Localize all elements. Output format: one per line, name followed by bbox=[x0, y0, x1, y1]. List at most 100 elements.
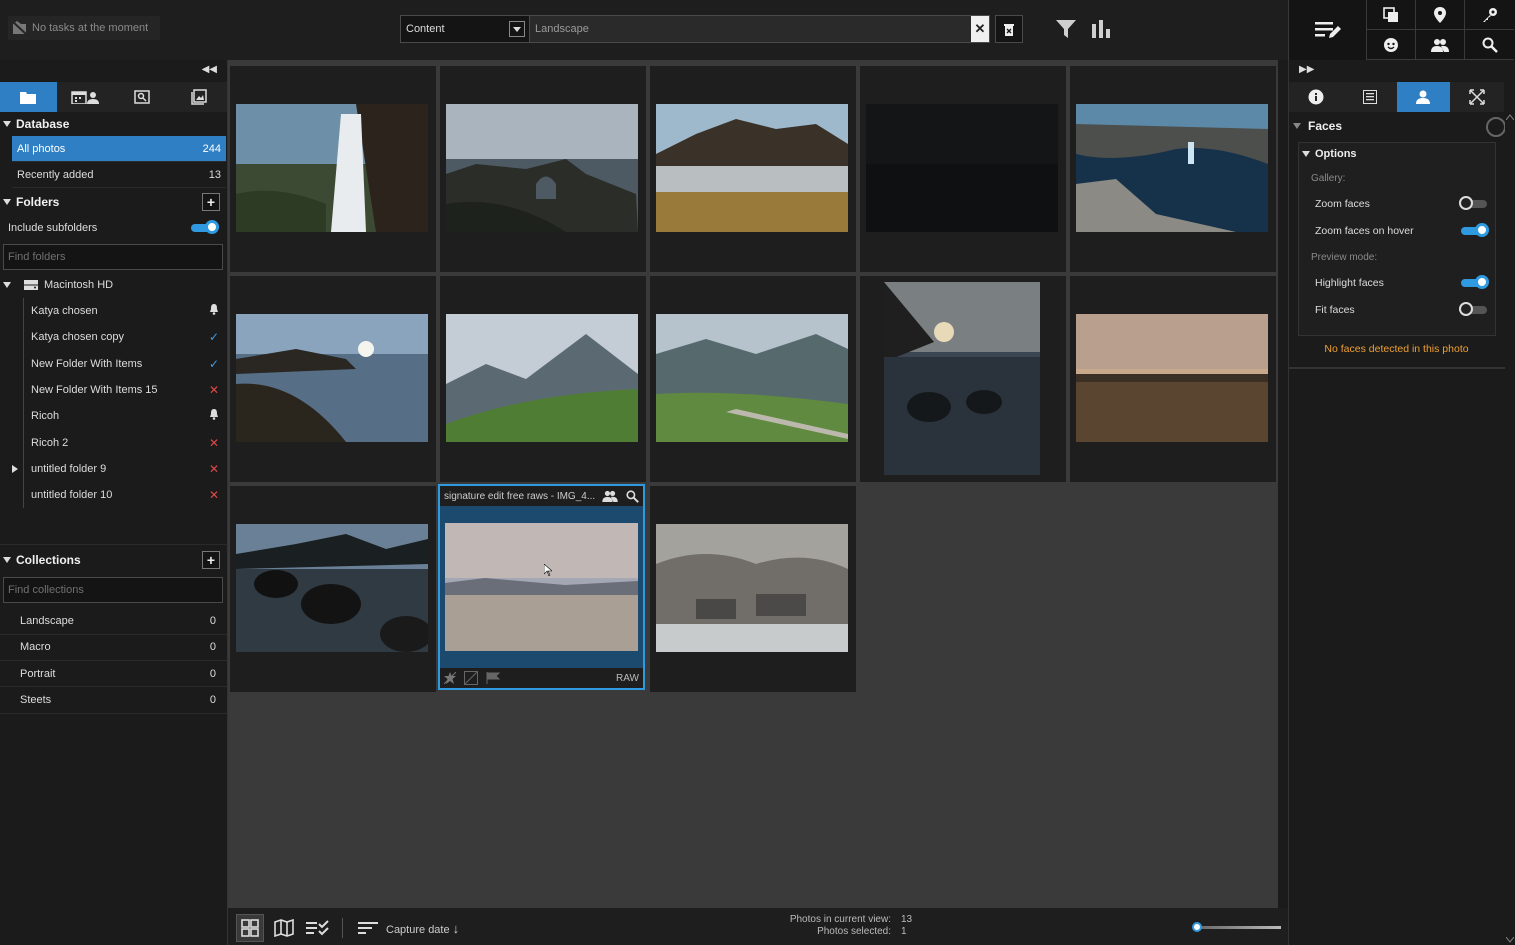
clear-search-icon[interactable]: ✕ bbox=[971, 16, 989, 42]
tab-search-photos[interactable] bbox=[114, 82, 171, 112]
collapse-left-icon[interactable]: ◀◀ bbox=[202, 64, 217, 75]
delete-search-button[interactable] bbox=[995, 15, 1023, 43]
histogram-icon[interactable] bbox=[1090, 18, 1112, 40]
photo-thumb[interactable] bbox=[230, 276, 436, 482]
photo-thumb-selected[interactable]: signature edit free raws - IMG_4... RAW bbox=[438, 484, 645, 690]
thumbnail-size-slider[interactable] bbox=[1192, 922, 1282, 932]
photo-thumb[interactable] bbox=[650, 276, 856, 482]
people-button[interactable] bbox=[1416, 30, 1465, 60]
options-header[interactable]: Options bbox=[1299, 143, 1495, 165]
scroll-up-icon[interactable] bbox=[1506, 114, 1514, 120]
photo-thumb[interactable] bbox=[860, 276, 1066, 482]
tree-root-macintosh-hd[interactable]: Macintosh HD bbox=[0, 272, 227, 298]
fit-faces-row: Fit faces bbox=[1299, 297, 1495, 324]
collection-item[interactable]: Portrait 0 bbox=[0, 661, 227, 688]
find-collections-input[interactable]: Find collections bbox=[3, 577, 223, 604]
db-item-all-photos[interactable]: All photos 244 bbox=[12, 136, 226, 162]
location-button[interactable] bbox=[1416, 0, 1465, 30]
folder-item[interactable]: Katya chosen copy ✓ bbox=[23, 324, 227, 351]
collapse-right-icon[interactable]: ▶▶ bbox=[1299, 64, 1314, 75]
chevron-down-icon[interactable] bbox=[509, 21, 525, 37]
photo-thumb[interactable] bbox=[1070, 66, 1276, 272]
right-scrollbar[interactable] bbox=[1505, 112, 1515, 945]
collection-item[interactable]: Landscape 0 bbox=[0, 608, 227, 635]
db-item-recently-added[interactable]: Recently added 13 bbox=[12, 162, 226, 188]
color-label-icon[interactable] bbox=[464, 671, 478, 685]
flag-icon[interactable] bbox=[486, 672, 500, 684]
photo-thumb[interactable] bbox=[650, 66, 856, 272]
copy-button[interactable] bbox=[1367, 0, 1416, 30]
select-mode-button[interactable] bbox=[304, 914, 332, 942]
tab-folders[interactable] bbox=[0, 82, 57, 112]
faces-header[interactable]: Faces bbox=[1291, 114, 1506, 138]
sort-field: Capture date bbox=[386, 924, 450, 936]
albums-icon bbox=[190, 89, 207, 105]
folder-item[interactable]: Katya chosen bbox=[23, 298, 227, 325]
search-button[interactable] bbox=[1465, 30, 1514, 60]
grid-view-button[interactable] bbox=[236, 914, 264, 942]
left-panel: ◀◀ Database All photos 244 Recently added… bbox=[0, 60, 228, 945]
keyword-button[interactable] bbox=[1465, 0, 1514, 30]
zoom-faces-toggle[interactable] bbox=[1459, 196, 1487, 211]
photo-long-exposure-sea bbox=[884, 282, 1040, 475]
find-folders-input[interactable]: Find folders bbox=[3, 244, 223, 270]
add-collection-button[interactable]: + bbox=[202, 551, 220, 570]
photo-thumb[interactable] bbox=[1070, 276, 1276, 482]
photo-thumb[interactable] bbox=[860, 66, 1066, 272]
thumb-caption: signature edit free raws - IMG_4... bbox=[444, 490, 596, 502]
add-face-icon[interactable] bbox=[1486, 117, 1506, 137]
tab-info[interactable] bbox=[1289, 82, 1343, 112]
search-field-select[interactable]: Content bbox=[400, 15, 530, 43]
zoom-faces-hover-toggle[interactable] bbox=[1461, 222, 1489, 237]
filter-icon[interactable] bbox=[1055, 18, 1077, 40]
database-header[interactable]: Database bbox=[0, 112, 227, 136]
search-input[interactable]: Landscape ✕ bbox=[530, 15, 990, 43]
tab-calendar-people[interactable] bbox=[57, 82, 114, 112]
disk-icon bbox=[24, 280, 38, 290]
include-subfolders-toggle[interactable] bbox=[191, 220, 219, 234]
folder-item[interactable]: New Folder With Items 15 ✕ bbox=[23, 376, 227, 404]
folder-item[interactable]: untitled folder 9 ✕ bbox=[12, 455, 227, 483]
folder-item[interactable]: New Folder With Items ✓ bbox=[23, 350, 227, 377]
photo-lake-rocks bbox=[236, 524, 428, 652]
slider-knob[interactable] bbox=[1192, 922, 1202, 932]
collection-count: 0 bbox=[209, 667, 216, 680]
tab-albums[interactable] bbox=[170, 82, 227, 112]
people-icon[interactable] bbox=[602, 490, 618, 502]
fit-faces-toggle[interactable] bbox=[1459, 301, 1487, 316]
photos-in-view-count: 13 bbox=[901, 914, 913, 925]
tasks-status[interactable]: No tasks at the moment bbox=[8, 16, 160, 40]
scroll-down-icon[interactable] bbox=[1506, 937, 1514, 943]
folder-item[interactable]: untitled folder 10 ✕ bbox=[23, 482, 227, 509]
sort-direction-icon[interactable]: ↓ bbox=[453, 921, 460, 936]
error-icon: ✕ bbox=[208, 461, 219, 476]
sort-button[interactable] bbox=[354, 914, 382, 942]
photo-thumb[interactable] bbox=[440, 66, 646, 272]
expand-folder-icon[interactable] bbox=[12, 464, 18, 473]
faces-title: Faces bbox=[1308, 119, 1343, 133]
gallery-label: Gallery: bbox=[1311, 172, 1346, 184]
zoom-icon[interactable] bbox=[626, 489, 639, 503]
face-button[interactable] bbox=[1367, 30, 1416, 60]
collection-item[interactable]: Macro 0 bbox=[0, 635, 227, 661]
photo-thumb[interactable] bbox=[650, 486, 856, 692]
reject-icon[interactable] bbox=[444, 672, 456, 684]
photo-thumb[interactable] bbox=[230, 486, 436, 692]
add-folder-button[interactable]: + bbox=[202, 193, 220, 211]
collections-header[interactable]: Collections + bbox=[0, 544, 227, 574]
sort-label[interactable]: Capture date ↓ bbox=[386, 921, 459, 936]
tab-metadata[interactable] bbox=[1343, 82, 1397, 112]
photo-frosty-village bbox=[656, 524, 848, 652]
photo-thumb[interactable] bbox=[230, 66, 436, 272]
photo-thumb[interactable] bbox=[440, 276, 646, 482]
tab-faces[interactable] bbox=[1396, 82, 1451, 112]
map-view-button[interactable] bbox=[270, 914, 298, 942]
folders-header[interactable]: Folders + bbox=[0, 190, 227, 214]
edit-metadata-button[interactable] bbox=[1289, 0, 1367, 60]
folder-item[interactable]: Ricoh bbox=[23, 403, 227, 430]
collection-item[interactable]: Steets 0 bbox=[0, 687, 227, 714]
folder-item[interactable]: Ricoh 2 ✕ bbox=[23, 429, 227, 456]
photo-stats: Photos in current view: Photos selected:… bbox=[761, 914, 912, 938]
tab-fullscreen[interactable] bbox=[1450, 82, 1504, 112]
highlight-faces-toggle[interactable] bbox=[1461, 275, 1489, 290]
